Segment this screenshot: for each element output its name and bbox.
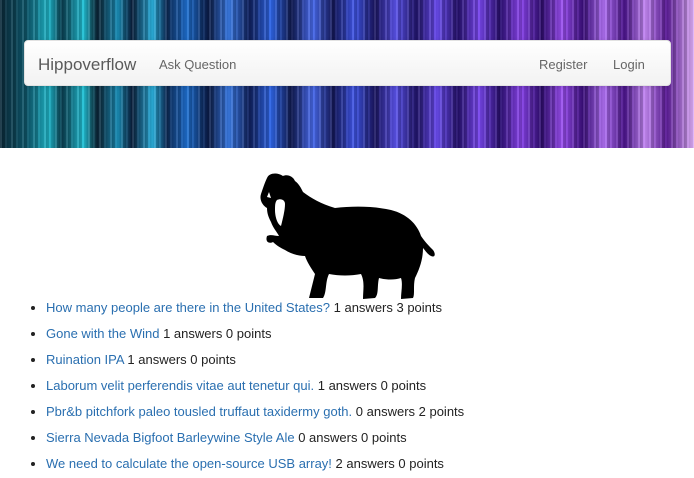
hippo-silhouette-icon [260, 173, 435, 299]
question-link[interactable]: Pbr&b pitchfork paleo tousled truffaut t… [46, 404, 352, 419]
question-link[interactable]: Laborum velit perferendis vitae aut tene… [46, 378, 314, 393]
list-item: Laborum velit perferendis vitae aut tene… [46, 374, 686, 400]
question-link[interactable]: Ruination IPA [46, 352, 124, 367]
brand-link[interactable]: Hippoverflow [38, 55, 136, 75]
question-link[interactable]: Gone with the Wind [46, 326, 159, 341]
question-link[interactable]: We need to calculate the open-source USB… [46, 456, 332, 471]
question-meta: 1 answers 3 points [330, 300, 443, 315]
login-link[interactable]: Login [613, 57, 645, 72]
question-meta: 1 answers 0 points [123, 352, 236, 367]
list-item: Gone with the Wind 1 answers 0 points [46, 322, 686, 348]
list-item: We need to calculate the open-source USB… [46, 452, 686, 478]
ask-question-link[interactable]: Ask Question [159, 57, 236, 72]
question-list: How many people are there in the United … [14, 296, 686, 478]
question-meta: 1 answers 0 points [159, 326, 272, 341]
question-meta: 2 answers 0 points [331, 456, 444, 471]
question-meta: 0 answers 2 points [352, 404, 465, 419]
list-item: Sierra Nevada Bigfoot Barleywine Style A… [46, 426, 686, 452]
question-meta: 1 answers 0 points [314, 378, 427, 393]
question-link[interactable]: Sierra Nevada Bigfoot Barleywine Style A… [46, 430, 295, 445]
list-item: Pbr&b pitchfork paleo tousled truffaut t… [46, 400, 686, 426]
question-link[interactable]: How many people are there in the United … [46, 300, 330, 315]
navbar: Hippoverflow Ask Question Register Login [24, 40, 671, 86]
question-meta: 0 answers 0 points [294, 430, 407, 445]
list-item: How many people are there in the United … [46, 296, 686, 322]
list-item: Ruination IPA 1 answers 0 points [46, 348, 686, 374]
register-link[interactable]: Register [539, 57, 587, 72]
